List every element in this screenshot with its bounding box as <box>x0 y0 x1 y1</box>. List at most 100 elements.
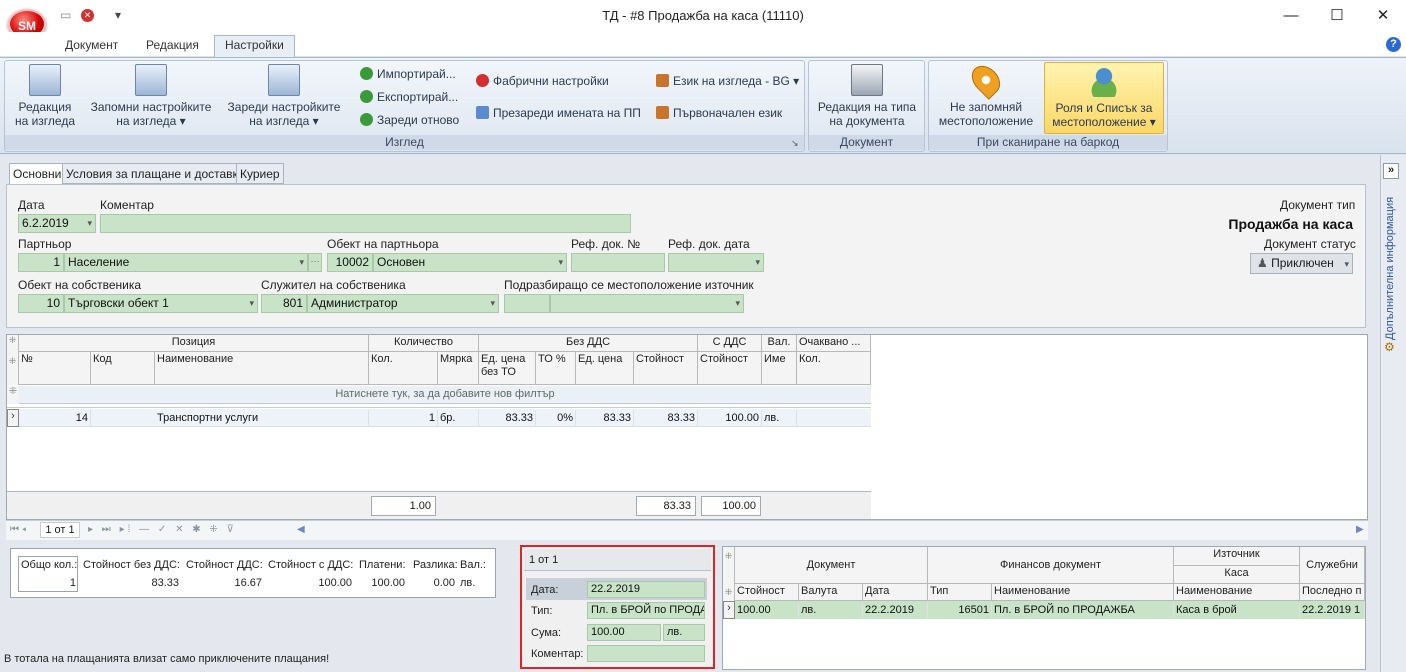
import-label: Импортирай... <box>377 67 456 81</box>
edit-view-button[interactable]: Редакция на изгледа <box>10 64 80 128</box>
pcell-date: 22.2.2019 <box>863 602 928 618</box>
role-location-list-button[interactable]: Роля и Списък за местоположение ▾ <box>1044 62 1164 134</box>
payment-date-field[interactable]: 22.2.2019 <box>587 581 705 598</box>
col-name[interactable]: Наименование <box>155 352 369 385</box>
payment-type-field[interactable]: Пл. в БРОЙ по ПРОДАЖБА <box>587 602 705 619</box>
no-location-label-1: Не запомняй <box>949 100 1023 114</box>
close-button[interactable]: ✕ <box>1360 4 1406 28</box>
pcol-cash-name[interactable]: Наименование <box>1174 584 1300 601</box>
partner-object-value: Основен <box>377 255 426 269</box>
factory-settings-button[interactable]: Фабрични настройки <box>476 72 609 90</box>
col-number[interactable]: № <box>19 352 91 385</box>
owner-object-name-field[interactable]: Търговски обект 1 ▾ <box>64 294 258 313</box>
employee-name-field[interactable]: Администратор ▾ <box>307 294 499 313</box>
group-header-no-vat: Без ДДС <box>479 335 698 352</box>
col-code[interactable]: Код <box>91 352 155 385</box>
summary-header-qty: Общо кол.: <box>21 559 78 571</box>
summary-header-diff: Разлика: <box>413 559 458 571</box>
col-qty[interactable]: Кол. <box>369 352 438 385</box>
view-language-button[interactable]: Език на изгледа - BG ▾ <box>656 72 799 90</box>
filter-row[interactable]: Натиснете тук, за да добавите нов филтър <box>19 386 871 404</box>
pcol-last[interactable]: Последно п <box>1300 584 1365 601</box>
tab-courier[interactable]: Куриер <box>236 163 284 184</box>
date-value: 6.2.2019 <box>22 216 69 230</box>
pcol-value[interactable]: Стойност <box>735 584 799 601</box>
col-discount[interactable]: ТО % <box>536 352 576 385</box>
col-value-gross[interactable]: Стойност <box>698 352 762 385</box>
partner-object-name-field[interactable]: Основен ▾ <box>373 253 567 272</box>
edit-doc-type-button[interactable]: Редакция на типа на документа <box>812 64 922 128</box>
default-location-name-field[interactable]: ▾ <box>550 294 744 313</box>
load-settings-label-2: на изгледа ▾ <box>249 114 319 128</box>
tab-settings[interactable]: Настройки <box>214 35 295 58</box>
pgroup-service: Служебни <box>1300 547 1365 584</box>
owner-object-id-field[interactable]: 10 <box>18 294 64 313</box>
comment-field[interactable] <box>100 214 631 233</box>
payment-amount-field[interactable]: 100.00 <box>587 624 661 641</box>
date-field[interactable]: 6.2.2019 ▾ <box>18 214 96 233</box>
payment-date-label: Дата: <box>531 584 559 596</box>
payment-pager[interactable]: 1 от 1 <box>524 549 711 571</box>
pcol-currency[interactable]: Валута <box>799 584 863 601</box>
partner-id-field[interactable]: 1 <box>18 253 64 272</box>
tab-document[interactable]: Документ <box>55 36 128 56</box>
col-value-net[interactable]: Стойност <box>634 352 698 385</box>
reload-label: Зареди отново <box>377 113 460 127</box>
chevron-down-icon: ▾ <box>558 257 563 267</box>
document-group-label: Документ <box>809 135 924 150</box>
scroll-right-icon[interactable]: ▶ <box>1356 524 1364 535</box>
save-view-settings-button[interactable]: Запомни настройките на изгледа ▾ <box>86 64 216 128</box>
chevron-down-icon: ▾ <box>87 218 92 228</box>
reload-names-button[interactable]: Презареди имената на ПП <box>476 104 641 122</box>
no-location-button[interactable]: Не запомняй местоположение <box>934 60 1038 128</box>
employee-id-field[interactable]: 801 <box>261 294 307 313</box>
payment-currency-field[interactable]: лв. <box>663 624 705 641</box>
col-unit-price[interactable]: Ед. цена <box>576 352 634 385</box>
summary-vat: 16.67 <box>234 577 262 589</box>
payment-comment-field[interactable] <box>587 645 705 662</box>
dialog-launcher-icon[interactable]: ↘ <box>791 138 799 149</box>
group-header-position: Позиция <box>19 335 369 352</box>
additional-info-tab[interactable]: Допълнителна информация <box>1384 190 1396 340</box>
expand-side-panel-button[interactable]: » <box>1383 163 1399 179</box>
group-header-currency: Вал. <box>762 335 797 352</box>
partner-name-field[interactable]: Население ▾ <box>64 253 308 272</box>
export-button[interactable]: Експортирай... <box>360 88 458 106</box>
tab-edit[interactable]: Редакция <box>136 36 209 56</box>
default-location-id-field[interactable] <box>504 294 550 313</box>
tab-payment-delivery[interactable]: Условия за плащане и доставка <box>62 163 249 184</box>
pcell-type: 16501 <box>928 602 992 618</box>
view-group-label: Изглед <box>5 135 804 150</box>
help-icon[interactable]: ? <box>1386 37 1401 52</box>
maximize-button[interactable]: ☐ <box>1314 4 1360 28</box>
pcell-currency: лв. <box>799 602 863 618</box>
col-unit-price-no-discount[interactable]: Ед. цена без ТО <box>479 352 536 385</box>
col-unit[interactable]: Мярка <box>438 352 479 385</box>
col-expected-qty[interactable]: Кол. <box>797 352 871 385</box>
cell-discount: 0% <box>536 410 576 426</box>
summary-header-net: Стойност без ДДС: <box>83 559 180 571</box>
pcell-fin-name: Пл. в БРОЙ по ПРОДАЖБА <box>992 602 1174 618</box>
ref-date-field[interactable]: ▾ <box>668 253 764 272</box>
doc-status-value: Приключен <box>1271 256 1334 270</box>
reload-button[interactable]: Зареди отново <box>360 111 459 129</box>
scroll-left-icon[interactable]: ◀ <box>297 524 305 535</box>
nav-controls-icons[interactable]: ▸ ⏭ ▸⁞ — ✓ ✕ ✱ ⁜ ⊽ <box>88 524 237 535</box>
nav-first-prev-icons[interactable]: ⏮ ◂ <box>10 524 26 535</box>
tab-main[interactable]: Основни <box>9 163 66 185</box>
pcol-type[interactable]: Тип <box>928 584 992 601</box>
doc-type-value: Продажба на каса <box>1228 216 1353 232</box>
pcol-date[interactable]: Дата <box>863 584 928 601</box>
partner-more-button[interactable]: ··· <box>308 253 322 272</box>
ref-doc-field[interactable] <box>571 253 665 272</box>
col-currency-name[interactable]: Име <box>762 352 797 385</box>
import-button[interactable]: Импортирай... <box>360 65 456 83</box>
initial-language-button[interactable]: Първоначален език <box>656 104 782 122</box>
load-view-settings-button[interactable]: Зареди настройките на изгледа ▾ <box>224 64 344 128</box>
factory-label: Фабрични настройки <box>493 74 609 88</box>
pcol-fin-name[interactable]: Наименование <box>992 584 1174 601</box>
doc-status-dropdown[interactable]: ♟ Приключен ▾ <box>1250 253 1353 274</box>
group-header-expected: Очаквано ... <box>797 335 871 352</box>
minimize-button[interactable]: — <box>1268 4 1314 28</box>
partner-object-id-field[interactable]: 10002 <box>327 253 373 272</box>
